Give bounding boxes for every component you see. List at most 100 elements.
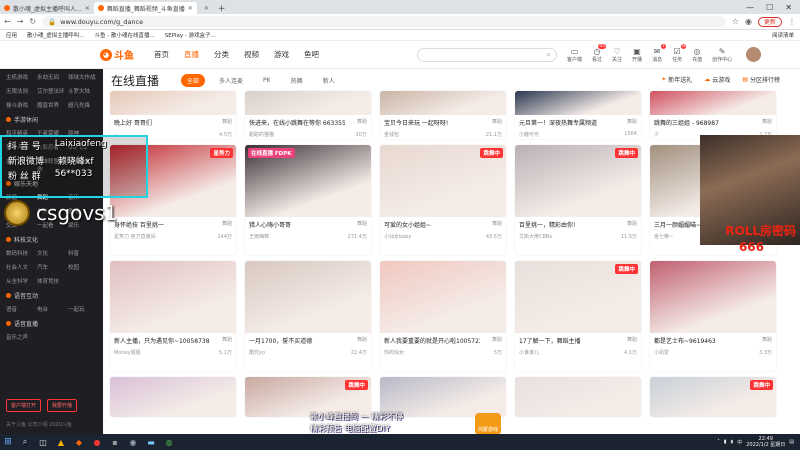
room-thumbnail[interactable] bbox=[110, 377, 236, 417]
room-card[interactable]: 一月1700，誓不买道德 舞蹈 酷兜yo 22.4万 bbox=[245, 261, 371, 371]
room-title[interactable]: 跳舞的三姐姐 - 968987 bbox=[654, 118, 750, 127]
room-card[interactable]: 新人主播，只为遇见你~10058738 舞蹈 Money姐姐 5.1万 bbox=[110, 261, 236, 371]
room-card[interactable]: 在线直播 FDPK 猎人心嗨小哥哥 舞蹈 王雨嗨棉 271.4万 bbox=[245, 145, 371, 255]
reload-icon[interactable]: ↻ bbox=[29, 17, 36, 26]
room-card[interactable]: 跳舞中 百里挑一，精彩由你! 舞蹈 艾斯大佬CBBs 11.5万 bbox=[515, 145, 641, 255]
room-title[interactable]: 新人我要重要的就是开心啦10057236 bbox=[384, 336, 480, 345]
room-user[interactable]: Money姐姐 bbox=[114, 349, 141, 356]
sidebar-item[interactable]: 体育竞技 bbox=[37, 277, 66, 285]
room-thumbnail[interactable] bbox=[650, 261, 776, 333]
cloud-game-link[interactable]: ☁ 云游戏 bbox=[704, 75, 730, 84]
room-user[interactable]: 酷兜yo bbox=[249, 349, 265, 356]
room-title[interactable]: 17了解一下，舞蹈主播 bbox=[519, 336, 615, 345]
room-user[interactable]: 小谁谁儿 bbox=[519, 349, 539, 356]
room-user[interactable]: 小凤爱 bbox=[654, 349, 669, 356]
room-card[interactable] bbox=[515, 377, 641, 417]
back-icon[interactable]: ← bbox=[4, 17, 11, 26]
forward-icon[interactable]: → bbox=[17, 17, 24, 26]
room-user[interactable]: 艾斯大佬CBBs bbox=[519, 233, 552, 240]
search-taskbar-icon[interactable]: ⌕ bbox=[16, 434, 34, 450]
room-title[interactable]: 晚上好 哥哥们 bbox=[114, 118, 210, 127]
room-user[interactable]: 小鹿可可 bbox=[519, 131, 539, 138]
sidebar-item[interactable]: 艾尔登法环 bbox=[37, 87, 66, 95]
sidebar-item[interactable]: 无限法则 bbox=[6, 87, 35, 95]
room-thumbnail[interactable] bbox=[110, 261, 236, 333]
room-thumbnail[interactable]: 跳舞中 bbox=[515, 145, 641, 217]
room-card[interactable]: 快进来，在线小跳舞在等你 6633551 舞蹈 甜甜的猫猫 10万 bbox=[245, 91, 371, 139]
sidebar-item[interactable]: 从全科学 bbox=[6, 277, 35, 285]
tray-arrow-icon[interactable]: ˄ bbox=[717, 439, 720, 445]
update-button[interactable]: 更新 bbox=[757, 16, 782, 27]
room-card[interactable]: 晚上好 哥哥们 舞蹈... 4.5万 bbox=[110, 91, 236, 139]
room-thumbnail[interactable]: 跳舞中 bbox=[380, 145, 506, 217]
room-title[interactable]: 快进来，在线小跳舞在等你 6633551 bbox=[249, 118, 345, 127]
sidebar-item[interactable]: 音乐之声 bbox=[6, 333, 35, 341]
profile-icon[interactable]: ◉ bbox=[745, 17, 752, 26]
bookmark-2[interactable]: 斗鱼 - 散小魂在线直播... bbox=[95, 31, 155, 39]
app-icon[interactable]: ▬ bbox=[142, 434, 160, 450]
sidebar-item[interactable]: 科普 bbox=[68, 249, 97, 257]
steam-icon[interactable]: ◉ bbox=[124, 434, 142, 450]
close-tab-icon[interactable]: ✕ bbox=[85, 5, 90, 12]
sidebar-item[interactable]: 汽车 bbox=[37, 263, 66, 271]
room-thumbnail[interactable]: 跳舞中 bbox=[515, 261, 641, 333]
app-icon[interactable]: ▪ bbox=[106, 434, 124, 450]
sidebar-item[interactable]: 主机游戏 bbox=[6, 73, 35, 81]
filter-hotdance[interactable]: 热舞 bbox=[285, 74, 309, 87]
task-button[interactable]: 8 ☑ 任务 bbox=[672, 43, 687, 63]
browser-tab-3[interactable]: ✕ bbox=[197, 2, 213, 14]
windows-start-icon[interactable]: ⊞ bbox=[0, 434, 16, 450]
room-thumbnail[interactable] bbox=[110, 91, 236, 115]
nav-game[interactable]: 游戏 bbox=[274, 49, 289, 60]
history-button[interactable]: 45 ◷ 看过 bbox=[592, 43, 607, 63]
ime-indicator[interactable]: 中 bbox=[737, 439, 742, 446]
reading-list[interactable]: 阅读清单 bbox=[772, 31, 794, 39]
chrome-icon[interactable]: ◍ bbox=[160, 434, 178, 450]
sidebar-item[interactable]: 一起玩 bbox=[68, 305, 97, 313]
clock[interactable]: 22:49 2022/1/2 星期日 bbox=[746, 436, 785, 448]
filter-pk[interactable]: PK bbox=[257, 75, 277, 86]
close-tab-icon[interactable]: ✕ bbox=[188, 5, 193, 12]
nav-home[interactable]: 首页 bbox=[154, 49, 169, 60]
url-input[interactable]: 🔒 www.douyu.com/g_dance bbox=[42, 16, 726, 27]
room-card[interactable] bbox=[110, 377, 236, 417]
app-icon[interactable]: ● bbox=[88, 434, 106, 450]
room-card[interactable]: 宝贝今日来玩 一起呀呀! 舞蹈 金钱包 21.1万 bbox=[380, 91, 506, 139]
new-tab-icon[interactable]: + bbox=[213, 4, 231, 14]
search-icon[interactable]: ⌕ bbox=[547, 50, 551, 60]
open-client-button[interactable]: 客户端打开 bbox=[6, 399, 42, 412]
room-thumbnail[interactable] bbox=[245, 261, 371, 333]
room-title[interactable]: 可爱的女小姐姐~ bbox=[384, 220, 480, 229]
taskview-icon[interactable]: ◫ bbox=[34, 434, 52, 450]
room-user[interactable]: 小仙女baby bbox=[384, 233, 411, 240]
nav-category[interactable]: 分类 bbox=[214, 49, 229, 60]
volume-icon[interactable]: ◖ bbox=[731, 439, 734, 445]
sidebar-item[interactable]: 数码科技 bbox=[6, 249, 35, 257]
follow-button[interactable]: ♡ 关注 bbox=[612, 47, 622, 63]
avatar[interactable] bbox=[746, 47, 762, 62]
room-user[interactable]: 金钱包 bbox=[384, 131, 399, 138]
nav-live[interactable]: 直播 bbox=[184, 49, 199, 60]
close-window-icon[interactable]: ✕ bbox=[785, 3, 792, 12]
room-card[interactable]: 跳舞中 bbox=[650, 377, 776, 417]
sidebar-item[interactable]: 电台 bbox=[37, 305, 66, 313]
room-thumbnail[interactable]: 跳舞中 bbox=[650, 377, 776, 417]
bookmark-apps[interactable]: 应用 bbox=[6, 31, 17, 39]
sidebar-item[interactable]: 永劫无间 bbox=[37, 73, 66, 81]
start-broadcast-button[interactable]: 我要开播 bbox=[47, 399, 78, 412]
room-user[interactable]: 少 bbox=[654, 131, 659, 138]
notification-icon[interactable]: ▤ bbox=[789, 439, 794, 445]
network-icon[interactable]: ▮ bbox=[724, 439, 727, 445]
app-icon[interactable]: ▲ bbox=[52, 434, 70, 450]
search-input[interactable]: ⌕ bbox=[417, 47, 557, 62]
star-icon[interactable]: ☆ bbox=[732, 17, 739, 26]
room-title[interactable]: 宝贝今日来玩 一起呀呀! bbox=[384, 118, 480, 127]
message-button[interactable]: 1 ✉ 消息 bbox=[652, 43, 667, 63]
room-title[interactable]: 猎人心嗨小哥哥 bbox=[249, 220, 345, 229]
nav-fishbar[interactable]: 鱼吧 bbox=[304, 49, 319, 60]
room-title[interactable]: 都是艺士布~9619463 bbox=[654, 336, 750, 345]
douyu-logo[interactable]: ◕ 斗鱼 bbox=[100, 47, 134, 62]
room-user[interactable]: 王雨嗨棉 bbox=[249, 233, 269, 240]
gift-link[interactable]: ✦ 新年送礼 bbox=[661, 75, 692, 84]
room-card[interactable]: 跳舞中 可爱的女小姐姐~ 舞蹈 小仙女baby 43.5万 bbox=[380, 145, 506, 255]
